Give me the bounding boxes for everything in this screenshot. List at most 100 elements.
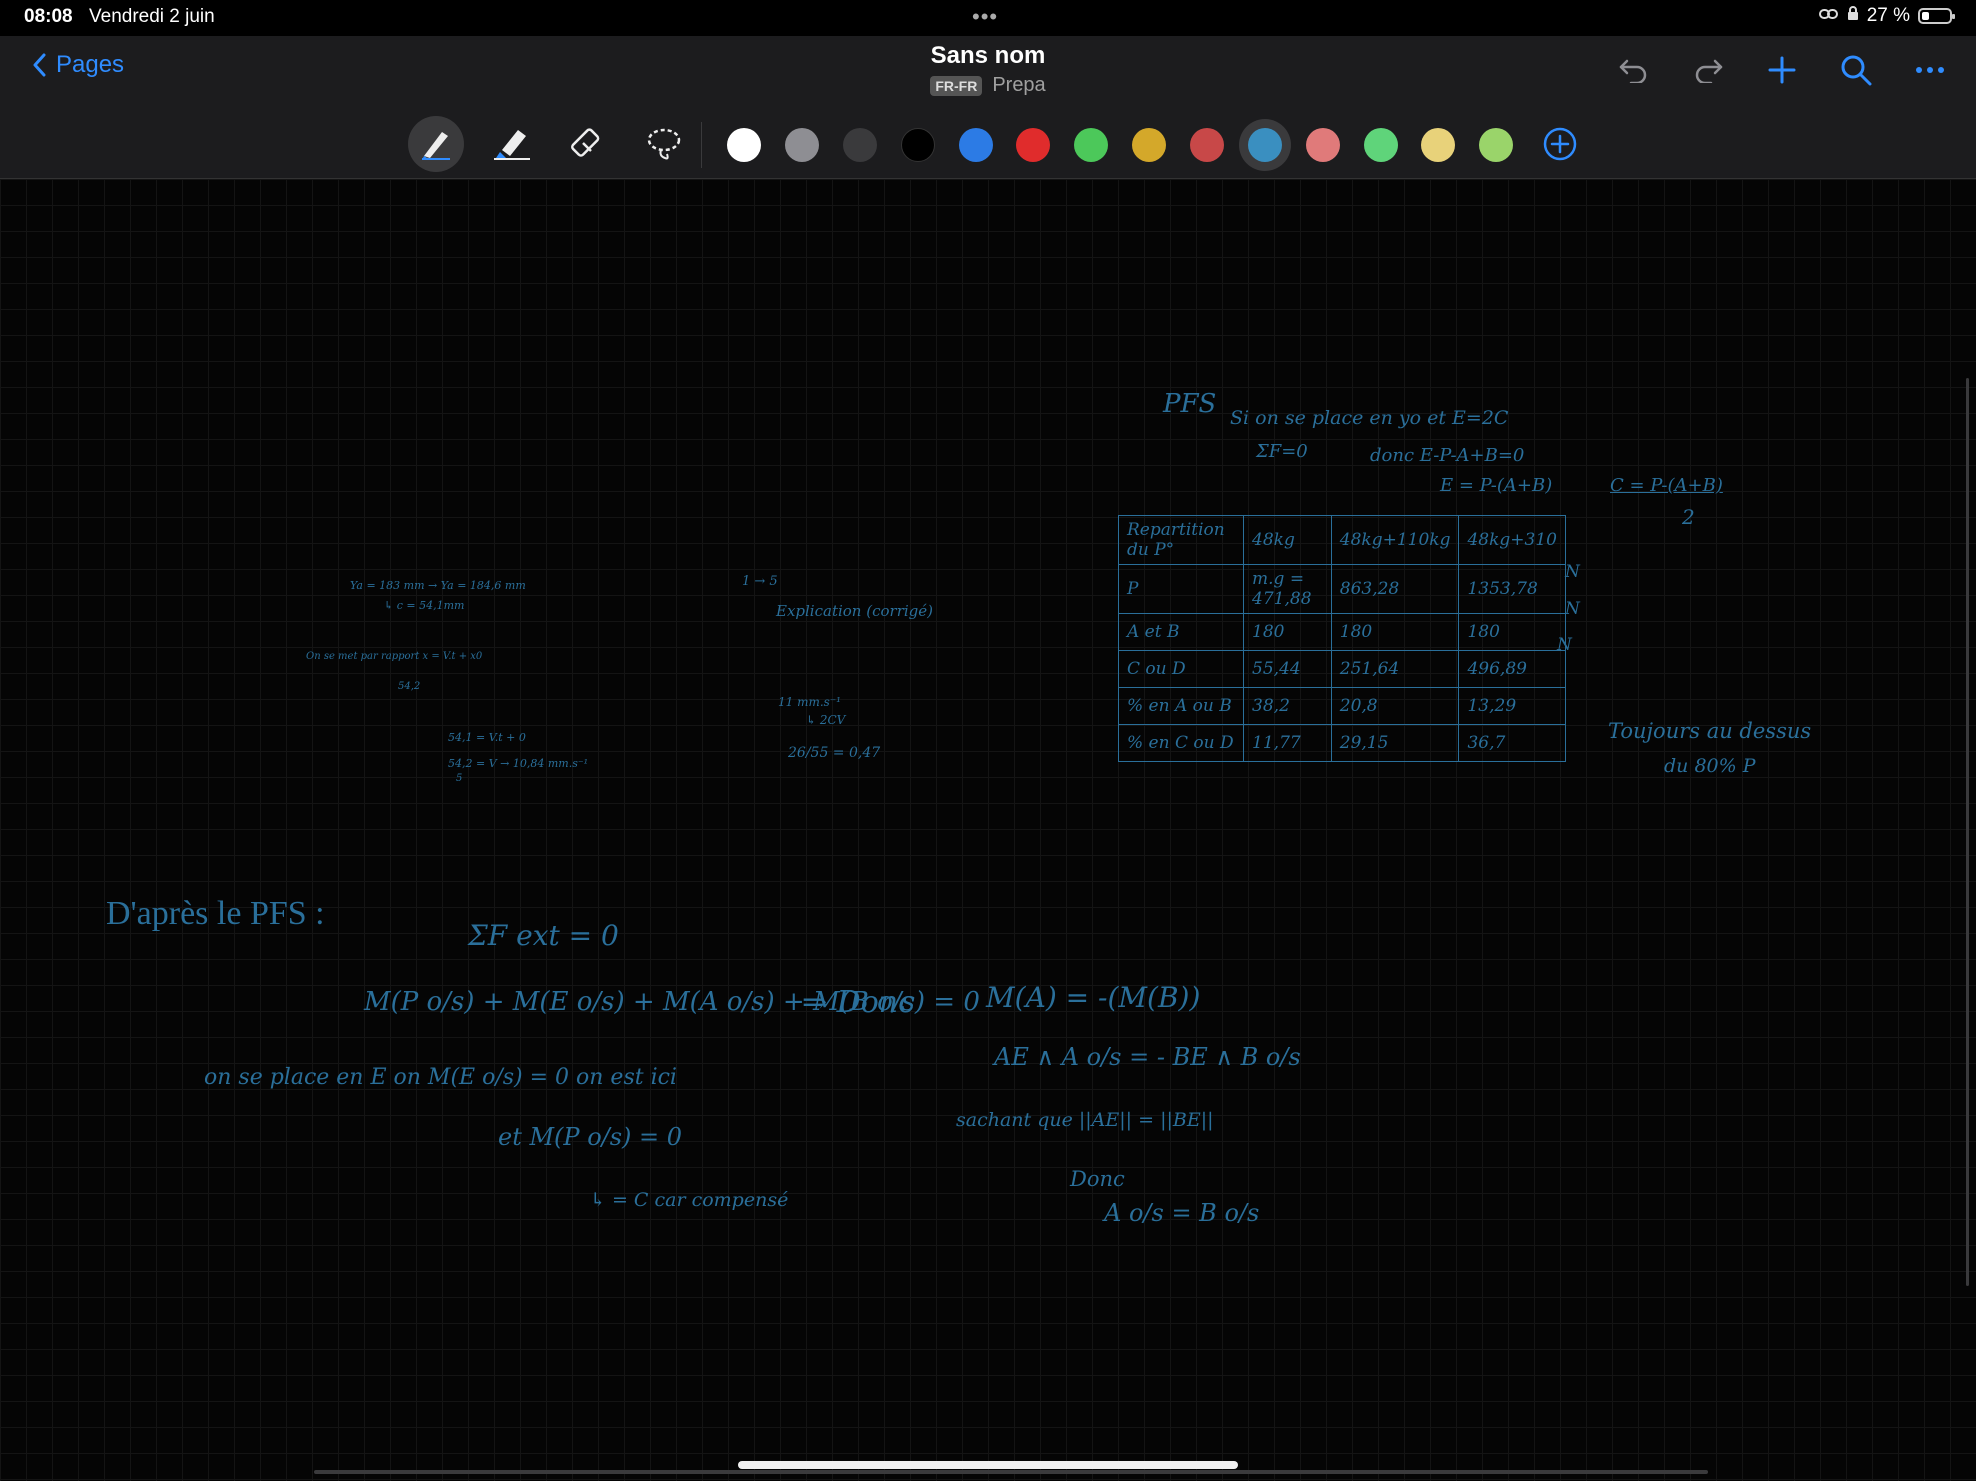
table-cell: 1353,78 bbox=[1458, 564, 1566, 614]
handwritten-table: Repartition du P° 48kg 48kg+110kg 48kg+310 P… bbox=[1117, 515, 1566, 762]
color-swatch[interactable] bbox=[959, 128, 993, 162]
eraser-tool[interactable] bbox=[560, 116, 616, 172]
table-cell: Repartition du P° bbox=[1117, 515, 1245, 565]
redo-icon bbox=[1695, 59, 1723, 83]
add-color-button[interactable] bbox=[1533, 117, 1587, 171]
table-cell: 36,7 bbox=[1458, 724, 1566, 762]
pen-icon bbox=[422, 132, 450, 160]
color-swatch[interactable] bbox=[843, 128, 877, 162]
status-date: Vendredi 2 juin bbox=[89, 6, 215, 27]
table-cell: 29,15 bbox=[1330, 724, 1460, 762]
redo-button[interactable] bbox=[1688, 50, 1728, 90]
handwritten-text: Si on se place en yo et E=2C bbox=[1230, 407, 1509, 429]
handwritten-text: 5 bbox=[456, 773, 463, 784]
drawing-toolbar bbox=[0, 108, 1976, 179]
home-indicator[interactable] bbox=[738, 1461, 1238, 1469]
color-swatch[interactable] bbox=[1074, 128, 1108, 162]
horizontal-scrollbar[interactable] bbox=[314, 1470, 1708, 1474]
handwritten-text: 54,2 = V → 10,84 mm.s⁻¹ bbox=[448, 757, 589, 770]
toolbar-divider bbox=[701, 122, 702, 168]
handwritten-text: ↳ 2CV bbox=[806, 713, 846, 727]
handwritten-text: AE ∧ A o/s = - BE ∧ B o/s bbox=[994, 1043, 1301, 1071]
color-swatch[interactable] bbox=[1364, 128, 1398, 162]
color-swatch[interactable] bbox=[727, 128, 761, 162]
undo-icon bbox=[1619, 59, 1647, 83]
table-row: Pm.g = 471,88 863,28 1353,78 bbox=[1117, 564, 1566, 614]
multitasking-dots[interactable]: ••• bbox=[972, 4, 998, 30]
handwritten-text: ↳ = C car compensé bbox=[590, 1189, 789, 1211]
table-cell: % en A ou B bbox=[1117, 687, 1245, 725]
eraser-icon bbox=[571, 128, 600, 157]
table-cell: 180 bbox=[1330, 613, 1460, 651]
more-button[interactable] bbox=[1910, 50, 1950, 90]
handwritten-text: C = P-(A+B) bbox=[1610, 475, 1723, 496]
table-cell: 251,64 bbox=[1330, 650, 1460, 688]
highlighter-tool[interactable] bbox=[484, 116, 540, 172]
handwritten-text: 1 → 5 bbox=[742, 574, 778, 589]
handwritten-text: ↳ c = 54,1mm bbox=[384, 599, 465, 612]
table-row: % en C ou D 11,77 29,15 36,7 bbox=[1117, 724, 1566, 762]
handwritten-text: donc E-P-A+B=0 bbox=[1370, 445, 1525, 466]
table-cell: % en C ou D bbox=[1117, 724, 1245, 762]
handwritten-text: N bbox=[1557, 635, 1572, 655]
color-swatch[interactable] bbox=[1132, 128, 1166, 162]
handwritten-text: Explication (corrigé) bbox=[776, 602, 933, 620]
handwritten-text: sachant que ||AE|| = ||BE|| bbox=[956, 1109, 1214, 1131]
handwritten-text: Toujours au dessus bbox=[1608, 719, 1812, 743]
table-cell: 48kg+110kg bbox=[1330, 515, 1460, 565]
handwritten-text: Ya = 183 mm → Ya = 184,6 mm bbox=[350, 579, 526, 592]
handwritten-text: Donc bbox=[1070, 1167, 1125, 1191]
table-cell: m.g = 471,88 bbox=[1243, 564, 1332, 614]
handwritten-text: on se place en E on M(E o/s) = 0 on est … bbox=[204, 1065, 677, 1090]
table-cell: 180 bbox=[1243, 613, 1332, 651]
handwritten-text: 11 mm.s⁻¹ bbox=[778, 695, 841, 709]
pen-tool[interactable] bbox=[408, 116, 464, 172]
search-button[interactable] bbox=[1836, 50, 1876, 90]
folder-name[interactable]: Prepa bbox=[992, 74, 1045, 97]
vertical-scrollbar[interactable] bbox=[1966, 378, 1969, 1286]
table-cell: 11,77 bbox=[1243, 724, 1332, 762]
lasso-icon bbox=[647, 128, 681, 160]
handwritten-text: 26/55 = 0,47 bbox=[788, 745, 881, 761]
table-row: C ou D 55,44 251,64 496,89 bbox=[1117, 650, 1566, 688]
battery-icon bbox=[1918, 8, 1955, 24]
handwritten-text: D'après le PFS : bbox=[106, 895, 325, 932]
handwritten-text: et M(P o/s) = 0 bbox=[498, 1123, 683, 1151]
color-swatch[interactable] bbox=[1306, 128, 1340, 162]
table-cell: 20,8 bbox=[1330, 687, 1460, 725]
color-swatch[interactable] bbox=[1016, 128, 1050, 162]
color-swatch[interactable] bbox=[1190, 128, 1224, 162]
handwritten-text: 54,2 bbox=[398, 681, 421, 692]
table-cell: C ou D bbox=[1117, 650, 1245, 688]
color-swatch[interactable] bbox=[901, 128, 935, 162]
color-swatch[interactable] bbox=[1421, 128, 1455, 162]
nav-actions bbox=[1614, 50, 1950, 90]
color-swatch[interactable] bbox=[1248, 128, 1282, 162]
table-cell: 48kg bbox=[1243, 515, 1332, 565]
handwritten-text: E = P-(A+B) bbox=[1440, 475, 1553, 496]
navigation-bar: Pages Sans nom FR-FR Prepa bbox=[0, 36, 1976, 108]
handwritten-text: PFS bbox=[1163, 389, 1217, 419]
table-cell: 13,29 bbox=[1458, 687, 1566, 725]
table-cell: 496,89 bbox=[1458, 650, 1566, 688]
undo-button[interactable] bbox=[1614, 50, 1654, 90]
ellipsis-icon bbox=[1916, 67, 1944, 73]
handwritten-text: A o/s = B o/s bbox=[1104, 1199, 1260, 1227]
color-swatch[interactable] bbox=[1479, 128, 1513, 162]
table-cell: 38,2 bbox=[1243, 687, 1332, 725]
language-badge: FR-FR bbox=[930, 75, 983, 96]
handwritten-text: ΣF ext = 0 bbox=[468, 919, 619, 952]
link-icon bbox=[1818, 5, 1839, 27]
handwritten-text: ΣF=0 bbox=[1256, 441, 1308, 462]
handwritten-text: du 80% P bbox=[1664, 755, 1756, 777]
table-cell: 180 bbox=[1458, 613, 1566, 651]
handwritten-text: 54,1 = V.t + 0 bbox=[448, 731, 526, 744]
status-right: 27 % bbox=[1818, 5, 1955, 27]
note-canvas[interactable]: PFS Si on se place en yo et E=2C ΣF=0 do… bbox=[0, 179, 1976, 1481]
handwritten-text: 2 bbox=[1682, 505, 1695, 529]
table-cell: A et B bbox=[1117, 613, 1245, 651]
lasso-tool[interactable] bbox=[636, 116, 692, 172]
add-button[interactable] bbox=[1762, 50, 1802, 90]
color-swatch[interactable] bbox=[785, 128, 819, 162]
highlighter-icon bbox=[494, 130, 530, 160]
